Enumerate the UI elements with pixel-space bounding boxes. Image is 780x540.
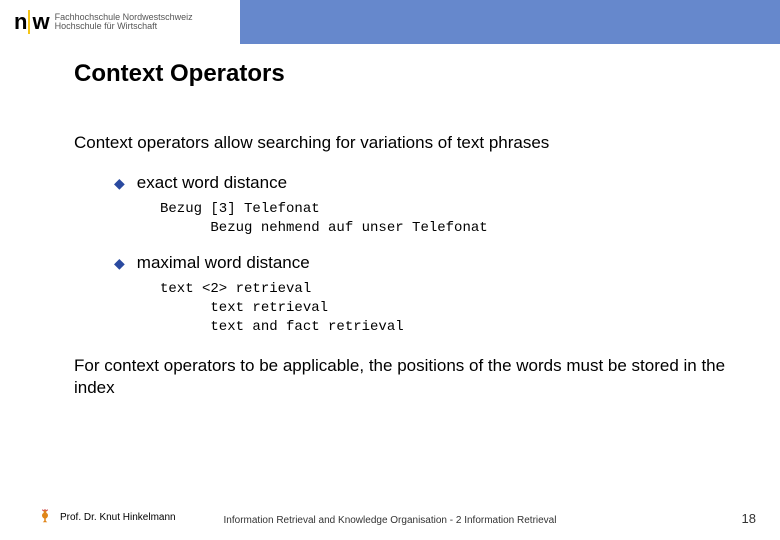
bullet-diamond-icon: ◆: [114, 252, 125, 274]
code-example: Bezug [3] Telefonat Bezug nehmend auf un…: [160, 200, 734, 238]
slide-title: Context Operators: [74, 60, 285, 88]
slide: nw Fachhochschule Nordwestschweiz Hochsc…: [0, 0, 780, 540]
header-logo-area: nw Fachhochschule Nordwestschweiz Hochsc…: [0, 0, 240, 44]
bullet-item: ◆ maximal word distance: [114, 252, 734, 274]
bullet-label: maximal word distance: [137, 252, 310, 274]
page-number: 18: [742, 511, 756, 526]
slide-footer: Prof. Dr. Knut Hinkelmann Information Re…: [0, 502, 780, 526]
footer-subtitle: Information Retrieval and Knowledge Orga…: [0, 515, 780, 526]
bullet-item: ◆ exact word distance: [114, 172, 734, 194]
header-accent: [240, 0, 780, 44]
bullet-diamond-icon: ◆: [114, 172, 125, 194]
header-bar: nw Fachhochschule Nordwestschweiz Hochsc…: [0, 0, 780, 44]
bullet-label: exact word distance: [137, 172, 287, 194]
slide-body: Context operators allow searching for va…: [74, 132, 734, 399]
logo-line2: Hochschule für Wirtschaft: [55, 22, 193, 31]
code-example: text <2> retrieval text retrieval text a…: [160, 280, 734, 337]
intro-paragraph: Context operators allow searching for va…: [74, 132, 734, 154]
outro-paragraph: For context operators to be applicable, …: [74, 355, 734, 399]
nw-logo-icon: nw: [14, 9, 49, 35]
institution-logo: nw Fachhochschule Nordwestschweiz Hochsc…: [14, 9, 193, 35]
